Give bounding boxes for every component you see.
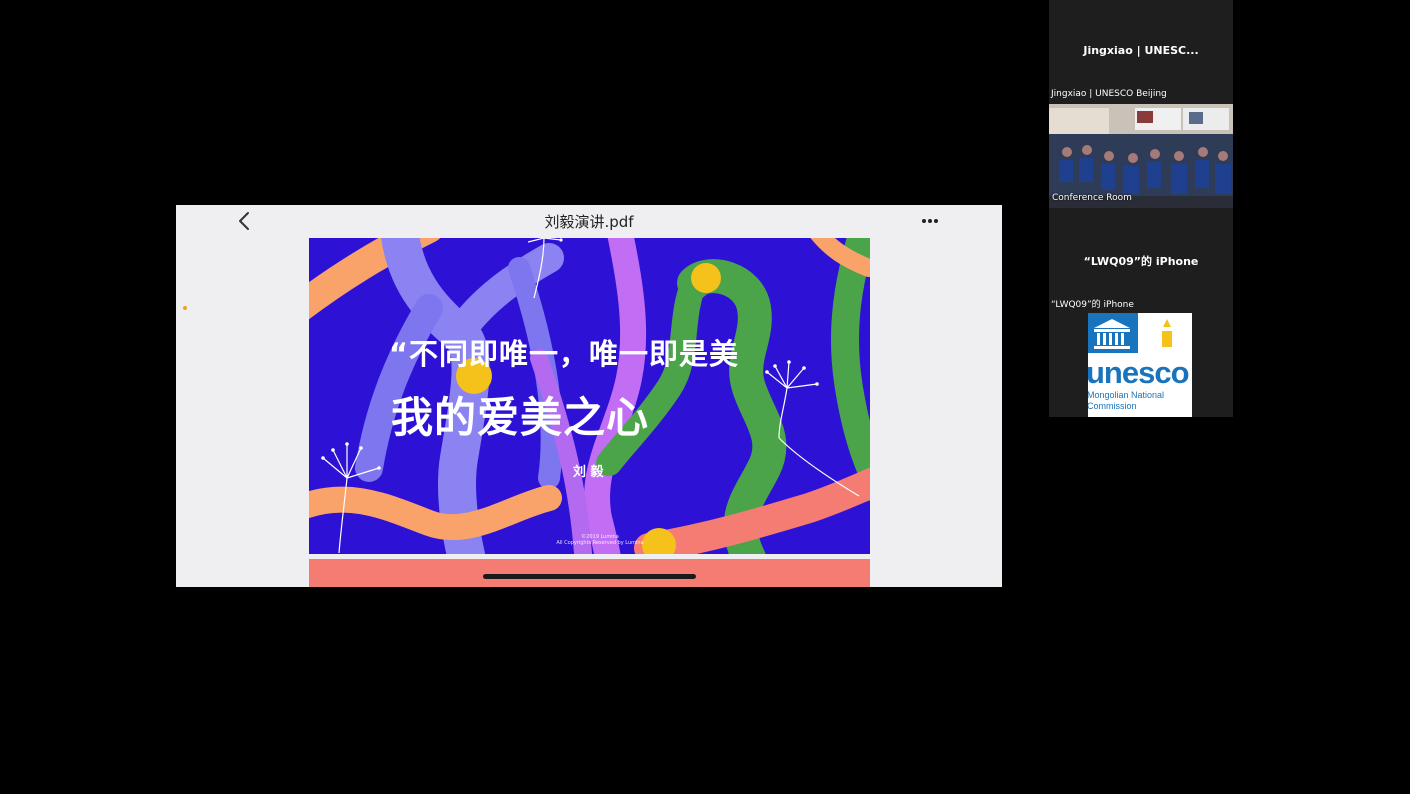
pdf-slide[interactable]: “不同即唯一，唯一即是美 我的爱美之心 刘 毅 ©2019 Lumina All… xyxy=(309,238,870,554)
participant-name: “LWQ09”的 iPhone xyxy=(1051,300,1134,310)
slide-copyright: ©2019 Lumina All Copyrights Reserved by … xyxy=(545,534,655,546)
pdf-viewer-top-bar: 刘毅演讲.pdf xyxy=(176,205,1002,237)
copyright-line-2: All Copyrights Reserved by Lumina xyxy=(556,540,644,546)
meeting-screen: 刘毅演讲.pdf “不同即唯一，唯一即是美 我的爱美之心 刘 毅 ©2019 L… xyxy=(0,0,1410,794)
document-title: 刘毅演讲.pdf xyxy=(544,213,634,231)
participant-heading: Jingxiao | UNESC... xyxy=(1083,44,1199,57)
participant-heading: “LWQ09”的 iPhone xyxy=(1083,255,1199,268)
slide-heading: 我的爱美之心 xyxy=(391,393,650,442)
logo-subtitle-line-1: Mongolian National xyxy=(1088,390,1165,400)
home-indicator[interactable] xyxy=(483,574,696,579)
logo-banner xyxy=(1088,313,1192,353)
logo-subtitle: Mongolian National Commission xyxy=(1088,390,1164,412)
slide-author: 刘 毅 xyxy=(573,465,604,480)
next-slide-preview[interactable] xyxy=(309,559,870,587)
unesco-logo: unesco Mongolian National Commission xyxy=(1088,313,1192,417)
more-horizontal-icon[interactable] xyxy=(916,212,944,230)
logo-wordmark: unesco xyxy=(1088,355,1190,390)
shared-screen: 刘毅演讲.pdf “不同即唯一，唯一即是美 我的爱美之心 刘 毅 ©2019 L… xyxy=(176,205,1002,587)
logo-subtitle-line-2: Commission xyxy=(1088,401,1137,411)
participant-tile[interactable]: Jingxiao | UNESC... Jingxiao | UNESCO Be… xyxy=(1049,0,1233,208)
participant-video[interactable]: Conference Room xyxy=(1049,104,1233,208)
slide-quote: “不同即唯一，唯一即是美 xyxy=(389,337,740,371)
participant-name: Jingxiao | UNESCO Beijing xyxy=(1051,89,1167,99)
indicator-dot xyxy=(183,306,187,310)
temple-icon xyxy=(1094,313,1192,353)
participant-panel: Jingxiao | UNESC... Jingxiao | UNESCO Be… xyxy=(1049,0,1233,417)
video-room-label: Conference Room xyxy=(1052,193,1132,203)
